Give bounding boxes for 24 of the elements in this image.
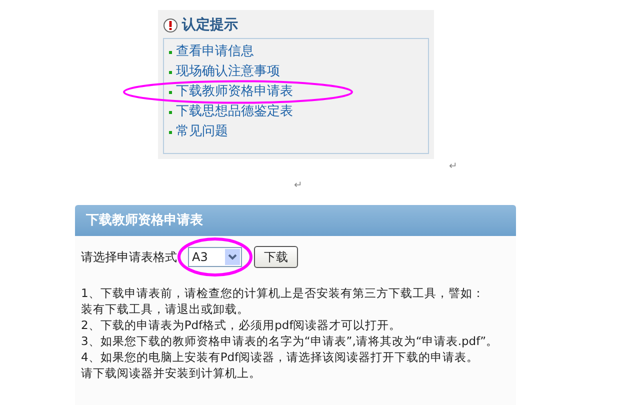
bullet-icon [169,110,172,114]
paragraph-mark: ↵ [449,160,458,174]
dropdown-icon [225,249,240,265]
bullet-icon [169,130,172,134]
tips-title: 认定提示 [182,16,238,34]
tips-link[interactable]: 现场确认注意事项 [176,62,280,82]
tips-link[interactable]: 查看申请信息 [176,42,254,62]
paragraph-mark: ↵ [294,179,302,193]
note-line: 1、下载申请表前，请检查您的计算机上是否安装有第三方下载工具，譬如： [81,285,484,301]
format-select[interactable]: A3 [188,247,242,267]
note-line: 3、如果您下载的教师资格申请表的名字为“申请表”,请将其改为“申请表.pdf”。 [81,333,498,349]
panel-title: 下载教师资格申请表 [86,212,203,230]
tips-link[interactable]: 下载思想品德鉴定表 [176,102,293,122]
download-button[interactable]: 下载 [254,246,298,268]
bullet-icon [169,70,172,74]
note-line: 装有下载工具，请退出或卸载。 [81,301,249,317]
format-label: 请选择申请表格式 [81,249,177,266]
bullet-icon [169,50,172,54]
note-line: 2、下载的申请表为Pdf格式，必须用pdf阅读器才可以打开。 [81,317,402,333]
bullet-icon [169,90,172,94]
note-line: 4、如果您的电脑上安装有Pdf阅读器，请选择该阅读器打开下载的申请表。 [81,349,479,365]
note-line: 请下载阅读器并安装到计算机上。 [81,365,261,381]
tips-link[interactable]: 常见问题 [176,122,228,142]
warning-icon [163,18,178,32]
